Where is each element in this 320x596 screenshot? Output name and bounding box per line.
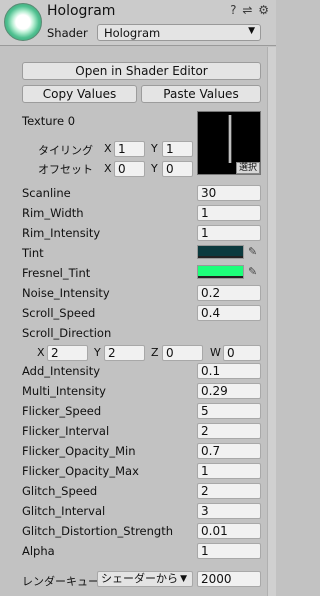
glitch-speed-field[interactable]: 2	[197, 483, 261, 499]
offset-x-field[interactable]: 0	[114, 161, 145, 177]
scroll-speed-label: Scroll_Speed	[22, 306, 96, 320]
alpha-field[interactable]: 1	[197, 543, 261, 559]
fresnel-tint-label: Fresnel_Tint	[22, 266, 91, 280]
tint-label: Tint	[22, 246, 44, 260]
offset-x-label: X	[104, 162, 112, 175]
flicker-speed-label: Flicker_Speed	[22, 404, 102, 418]
render-queue-mode-dropdown[interactable]: シェーダーから ▼	[97, 571, 193, 587]
chevron-down-icon: ▼	[180, 574, 187, 584]
scroll-direction-z-label: Z	[151, 346, 159, 359]
shader-label: Shader	[47, 26, 88, 40]
glitch-distortion-strength-label: Glitch_Distortion_Strength	[22, 524, 174, 538]
add-intensity-field[interactable]: 0.1	[197, 363, 261, 379]
alpha-label: Alpha	[22, 544, 55, 558]
copy-values-button[interactable]: Copy Values	[22, 85, 137, 103]
open-in-shader-editor-button[interactable]: Open in Shader Editor	[22, 62, 261, 80]
glitch-distortion-strength-field[interactable]: 0.01	[197, 523, 261, 539]
offset-label: オフセット	[38, 163, 93, 176]
rim-width-field[interactable]: 1	[197, 205, 261, 221]
tiling-y-label: Y	[151, 142, 158, 155]
render-queue-label: レンダーキュー	[22, 575, 99, 588]
inspector-header: Hologram ? ⇌ ⚙ Shader Hologram ▼	[0, 0, 276, 46]
noise-intensity-label: Noise_Intensity	[22, 286, 110, 300]
help-icon[interactable]: ?	[230, 3, 237, 17]
tiling-label: タイリング	[38, 144, 93, 157]
flicker-speed-field[interactable]: 5	[197, 403, 261, 419]
multi-intensity-label: Multi_Intensity	[22, 384, 106, 398]
scroll-direction-label: Scroll_Direction	[22, 326, 112, 340]
material-preview-icon	[4, 3, 42, 41]
shader-value: Hologram	[104, 26, 161, 40]
add-intensity-label: Add_Intensity	[22, 364, 101, 378]
offset-y-field[interactable]: 0	[162, 161, 193, 177]
tiling-y-field[interactable]: 1	[162, 141, 193, 157]
paste-values-button[interactable]: Paste Values	[141, 85, 261, 103]
tint-color-swatch[interactable]	[197, 245, 244, 259]
settings-sliders-icon[interactable]: ⇌	[242, 3, 253, 17]
glitch-interval-field[interactable]: 3	[197, 503, 261, 519]
scanline-label: Scanline	[22, 186, 71, 200]
offset-y-label: Y	[151, 162, 158, 175]
texture-thumbnail[interactable]: 選択	[197, 111, 261, 175]
flicker-opacity-max-label: Flicker_Opacity_Max	[22, 464, 139, 478]
header-icons: ? ⇌ ⚙	[230, 3, 270, 17]
scroll-direction-x-label: X	[37, 346, 45, 359]
chevron-down-icon: ▼	[248, 26, 255, 36]
scroll-speed-field[interactable]: 0.4	[197, 305, 261, 321]
scroll-direction-w-field[interactable]: 0	[223, 345, 261, 361]
noise-intensity-field[interactable]: 0.2	[197, 285, 261, 301]
eyedropper-icon[interactable]: ✎	[248, 265, 257, 278]
material-title: Hologram	[47, 3, 116, 19]
tiling-x-label: X	[104, 142, 112, 155]
glitch-speed-label: Glitch_Speed	[22, 484, 98, 498]
eyedropper-icon[interactable]: ✎	[248, 245, 257, 258]
multi-intensity-field[interactable]: 0.29	[197, 383, 261, 399]
rim-intensity-field[interactable]: 1	[197, 225, 261, 241]
scroll-direction-z-field[interactable]: 0	[162, 345, 203, 361]
glitch-interval-label: Glitch_Interval	[22, 504, 106, 518]
flicker-opacity-min-label: Flicker_Opacity_Min	[22, 444, 136, 458]
rim-intensity-label: Rim_Intensity	[22, 226, 101, 240]
fresnel-tint-color-swatch[interactable]	[197, 265, 244, 279]
render-queue-value-field[interactable]: 2000	[197, 571, 261, 587]
texture-preview-image	[228, 115, 232, 163]
scroll-direction-x-field[interactable]: 2	[47, 345, 88, 361]
flicker-opacity-max-field[interactable]: 1	[197, 463, 261, 479]
shader-dropdown[interactable]: Hologram ▼	[97, 24, 261, 41]
render-queue-mode-value: シェーダーから	[101, 572, 178, 585]
flicker-opacity-min-field[interactable]: 0.7	[197, 443, 261, 459]
tiling-x-field[interactable]: 1	[114, 141, 145, 157]
texture-select-button[interactable]: 選択	[235, 162, 260, 174]
flicker-interval-label: Flicker_Interval	[22, 424, 110, 438]
texture-label: Texture 0	[22, 114, 76, 128]
gear-icon[interactable]: ⚙	[258, 3, 270, 17]
flicker-interval-field[interactable]: 2	[197, 423, 261, 439]
scrollbar[interactable]	[267, 47, 276, 596]
scanline-field[interactable]: 30	[197, 185, 261, 201]
rim-width-label: Rim_Width	[22, 206, 84, 220]
scroll-direction-y-label: Y	[94, 346, 101, 359]
scroll-direction-y-field[interactable]: 2	[104, 345, 145, 361]
scroll-direction-w-label: W	[210, 346, 221, 359]
